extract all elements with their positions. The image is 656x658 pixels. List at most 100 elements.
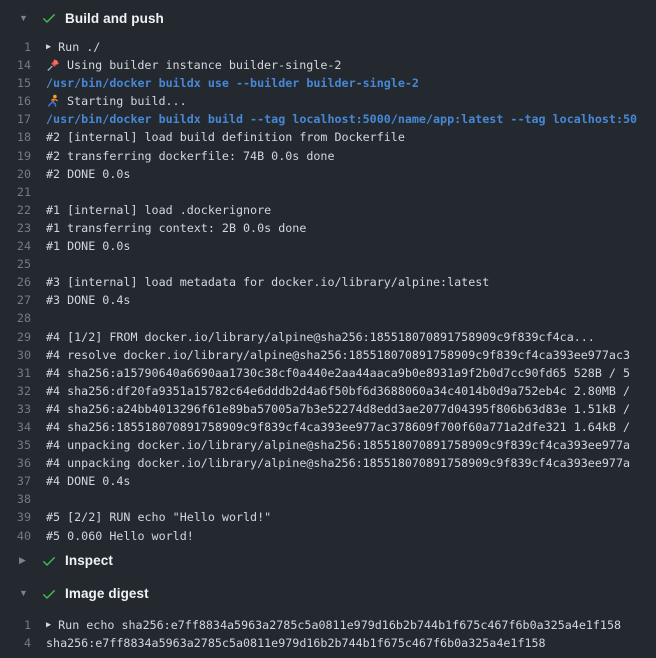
line-number-link[interactable]: 25 (0, 255, 46, 273)
log-line-text: #1 [internal] load .dockerignore (46, 201, 656, 219)
run-group-toggle-icon[interactable]: ▶ (46, 38, 51, 56)
line-number-link[interactable]: 39 (0, 508, 46, 526)
log-line-text: #1 DONE 0.0s (46, 237, 656, 255)
log-line: 18#2 [internal] load build definition fr… (0, 128, 656, 146)
log-line: 4sha256:e7ff8834a5963a2785c5a0811e979d16… (0, 634, 656, 652)
line-number-link[interactable]: 4 (0, 634, 46, 652)
log-line: 35#4 unpacking docker.io/library/alpine@… (0, 436, 656, 454)
log-line: 26#3 [internal] load metadata for docker… (0, 273, 656, 291)
log-line: 15/usr/bin/docker buildx use --builder b… (0, 74, 656, 92)
section-header-inspect[interactable]: ▶ Inspect (0, 547, 656, 575)
log-line-text (46, 255, 656, 273)
line-number-link[interactable]: 16 (0, 92, 46, 110)
line-number-link[interactable]: 31 (0, 364, 46, 382)
line-number-link[interactable]: 27 (0, 291, 46, 309)
log-lines-container: 1▶Run ./14Using builder instance builder… (0, 38, 656, 545)
log-line: 33#4 sha256:a24bb4013296f61e89ba57005a7b… (0, 400, 656, 418)
log-line-text: #4 unpacking docker.io/library/alpine@sh… (46, 436, 656, 454)
log-line: 17/usr/bin/docker buildx build --tag loc… (0, 110, 656, 128)
log-line-text: #2 DONE 0.0s (46, 165, 656, 183)
log-line: 38 (0, 490, 656, 508)
check-icon (41, 553, 57, 569)
log-line-text: #4 sha256:a15790640a6690aa1730c38cf0a440… (46, 364, 656, 382)
section-title: Build and push (65, 11, 164, 26)
line-number-link[interactable]: 36 (0, 454, 46, 472)
check-icon (41, 586, 57, 602)
line-number-link[interactable]: 32 (0, 382, 46, 400)
log-line: 30#4 resolve docker.io/library/alpine@sh… (0, 346, 656, 364)
line-number-link[interactable]: 34 (0, 418, 46, 436)
chevron-down-icon[interactable]: ▼ (19, 589, 32, 598)
line-number-link[interactable]: 29 (0, 328, 46, 346)
line-number-link[interactable]: 20 (0, 165, 46, 183)
log-line: 32#4 sha256:df20fa9351a15782c64e6dddb2d4… (0, 382, 656, 400)
chevron-right-icon[interactable]: ▶ (19, 556, 32, 565)
line-number-link[interactable]: 15 (0, 74, 46, 92)
log-line: 14Using builder instance builder-single-… (0, 56, 656, 74)
log-line: 19#2 transferring dockerfile: 74B 0.0s d… (0, 147, 656, 165)
run-group-toggle-icon[interactable]: ▶ (46, 616, 51, 634)
log-line: 25 (0, 255, 656, 273)
log-line-text: #3 DONE 0.4s (46, 291, 656, 309)
log-line-text: Starting build... (46, 92, 656, 110)
log-line: 24#1 DONE 0.0s (0, 237, 656, 255)
log-line-text (46, 490, 656, 508)
log-line-text: #5 [2/2] RUN echo "Hello world!" (46, 508, 656, 526)
line-number-link[interactable]: 40 (0, 527, 46, 545)
section-title: Image digest (65, 586, 149, 601)
line-number-link[interactable]: 38 (0, 490, 46, 508)
log-line: 40#5 0.060 Hello world! (0, 527, 656, 545)
log-line: 23#1 transferring context: 2B 0.0s done (0, 219, 656, 237)
line-number-link[interactable]: 14 (0, 56, 46, 74)
log-line-text: #3 [internal] load metadata for docker.i… (46, 273, 656, 291)
section-title: Inspect (65, 553, 113, 568)
log-line-text: #5 0.060 Hello world! (46, 527, 656, 545)
log-line-text: #4 resolve docker.io/library/alpine@sha2… (46, 346, 656, 364)
section-header-image-digest[interactable]: ▼ Image digest (0, 580, 656, 608)
log-line: 27#3 DONE 0.4s (0, 291, 656, 309)
line-number-link[interactable]: 1 (0, 616, 46, 634)
log-line-text: #2 transferring dockerfile: 74B 0.0s don… (46, 147, 656, 165)
line-number-link[interactable]: 33 (0, 400, 46, 418)
log-line-text: #4 DONE 0.4s (46, 472, 656, 490)
log-line: 21 (0, 183, 656, 201)
log-line-text (46, 309, 656, 327)
log-line: 20#2 DONE 0.0s (0, 165, 656, 183)
chevron-down-icon[interactable]: ▼ (19, 14, 32, 23)
log-line: 34#4 sha256:185518070891758909c9f839cf4c… (0, 418, 656, 436)
log-line-text: #4 [1/2] FROM docker.io/library/alpine@s… (46, 328, 656, 346)
line-number-link[interactable]: 19 (0, 147, 46, 165)
log-line: 22#1 [internal] load .dockerignore (0, 201, 656, 219)
log-line: 36#4 unpacking docker.io/library/alpine@… (0, 454, 656, 472)
log-line-text: #4 sha256:185518070891758909c9f839cf4ca3… (46, 418, 656, 436)
line-number-link[interactable]: 24 (0, 237, 46, 255)
line-number-link[interactable]: 28 (0, 309, 46, 327)
log-line-text: Using builder instance builder-single-2 (46, 56, 656, 74)
line-number-link[interactable]: 22 (0, 201, 46, 219)
line-number-link[interactable]: 30 (0, 346, 46, 364)
log-line-text: #4 unpacking docker.io/library/alpine@sh… (46, 454, 656, 472)
log-lines-container: 1▶Run echo sha256:e7ff8834a5963a2785c5a0… (0, 616, 656, 652)
pushpin-icon (46, 58, 60, 72)
log-line: 28 (0, 309, 656, 327)
log-line-text: sha256:e7ff8834a5963a2785c5a0811e979d16b… (46, 634, 656, 652)
runner-icon (46, 94, 60, 108)
line-number-link[interactable]: 1 (0, 38, 46, 56)
log-line: 1▶Run echo sha256:e7ff8834a5963a2785c5a0… (0, 616, 656, 634)
log-line: 31#4 sha256:a15790640a6690aa1730c38cf0a4… (0, 364, 656, 382)
line-number-link[interactable]: 21 (0, 183, 46, 201)
section-header-build-and-push[interactable]: ▼ Build and push (0, 4, 656, 32)
line-number-link[interactable]: 37 (0, 472, 46, 490)
line-number-link[interactable]: 35 (0, 436, 46, 454)
log-line-text: #4 sha256:df20fa9351a15782c64e6dddb2d4a6… (46, 382, 656, 400)
line-number-link[interactable]: 18 (0, 128, 46, 146)
log-line: 39#5 [2/2] RUN echo "Hello world!" (0, 508, 656, 526)
log-section-build-and-push: ▼ Build and push 1▶Run ./14Using builder… (0, 4, 656, 545)
log-line-text: ▶Run echo sha256:e7ff8834a5963a2785c5a08… (46, 616, 656, 634)
log-line-text: #4 sha256:a24bb4013296f61e89ba57005a7b3e… (46, 400, 656, 418)
check-icon (41, 10, 57, 26)
line-number-link[interactable]: 17 (0, 110, 46, 128)
line-number-link[interactable]: 26 (0, 273, 46, 291)
log-line-text (46, 183, 656, 201)
line-number-link[interactable]: 23 (0, 219, 46, 237)
